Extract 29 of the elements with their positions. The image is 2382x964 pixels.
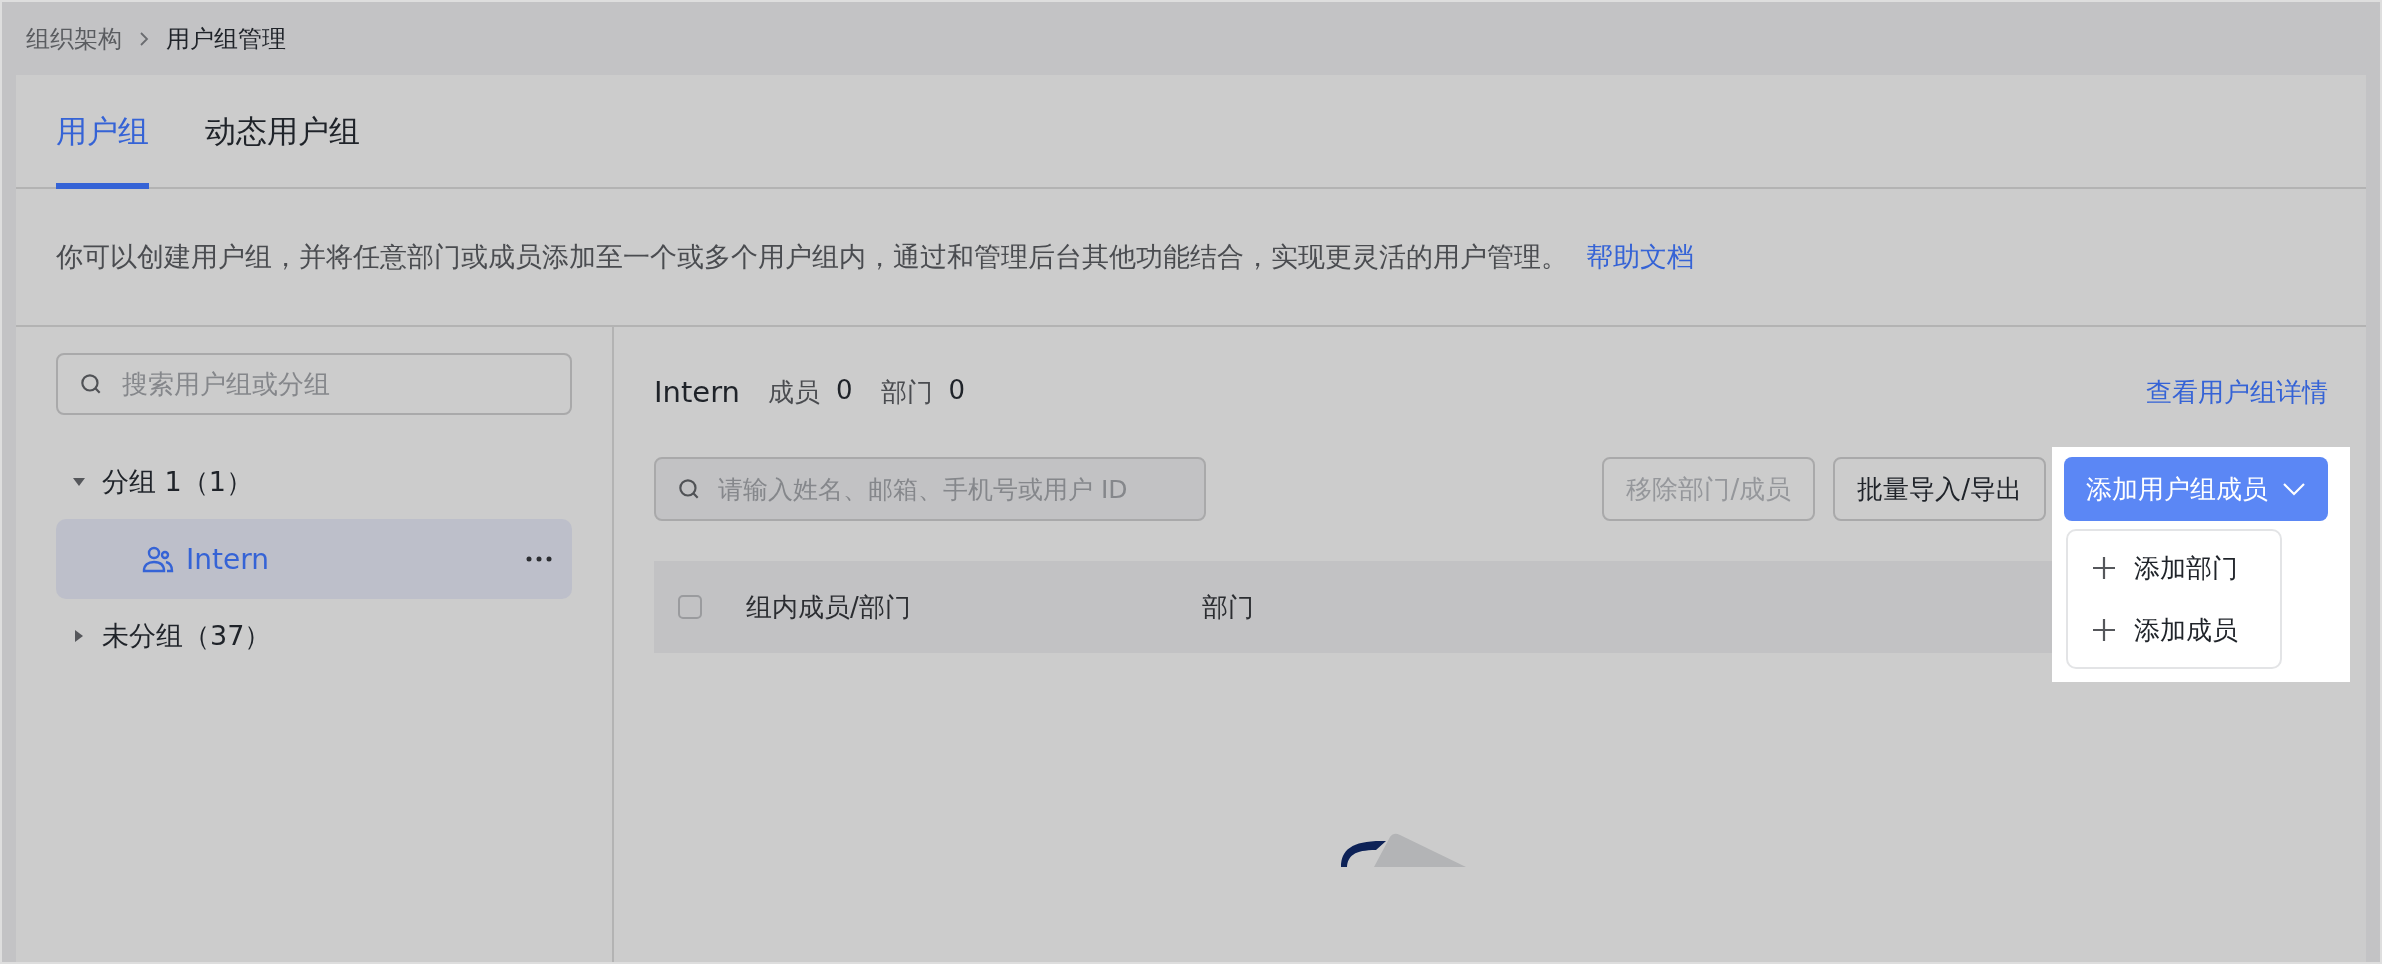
- user-group-item[interactable]: Intern: [56, 519, 572, 599]
- help-link[interactable]: 帮助文档: [1586, 239, 1694, 275]
- plus-icon: [2092, 556, 2116, 580]
- description-text: 你可以创建用户组，并将任意部门或成员添加至一个或多个用户组内，通过和管理后台其他功能结合，实现更灵活的用户管理。: [56, 240, 1568, 274]
- menu-item[interactable]: 添加成员: [2074, 599, 2274, 661]
- breadcrumb-item[interactable]: 组织架构: [26, 22, 122, 55]
- search-field[interactable]: 搜索用户组或分组: [56, 353, 572, 415]
- tab[interactable]: 动态用户组: [205, 75, 360, 189]
- stat-value: 0: [835, 374, 853, 407]
- stat-value: 0: [948, 374, 966, 407]
- member-search-field[interactable]: 请输入姓名、邮箱、手机号或用户 ID: [654, 457, 1206, 521]
- column-header: 部门: [1202, 590, 1254, 624]
- add-members-button[interactable]: 添加用户组成员: [2064, 457, 2328, 521]
- chevron-down-icon: [2282, 482, 2306, 496]
- more-icon[interactable]: [526, 556, 552, 562]
- checkbox[interactable]: [678, 595, 702, 619]
- group-title: Intern: [654, 375, 740, 409]
- import-export-button[interactable]: 批量导入/导出: [1833, 457, 2046, 521]
- stat-label: 部门: [880, 375, 933, 409]
- users-icon: [142, 545, 174, 573]
- group-label[interactable]: 分组 1（1）: [102, 464, 253, 500]
- menu-item[interactable]: 添加部门: [2074, 537, 2274, 599]
- group-details-link[interactable]: 查看用户组详情: [2146, 374, 2328, 410]
- column-header: 组内成员/部门: [746, 590, 912, 624]
- tab[interactable]: 用户组: [56, 75, 149, 189]
- plus-icon: [2092, 618, 2116, 642]
- stat-label: 成员: [767, 375, 820, 409]
- breadcrumb-item: 用户组管理: [166, 23, 286, 55]
- group-label[interactable]: 未分组（37）: [102, 618, 272, 654]
